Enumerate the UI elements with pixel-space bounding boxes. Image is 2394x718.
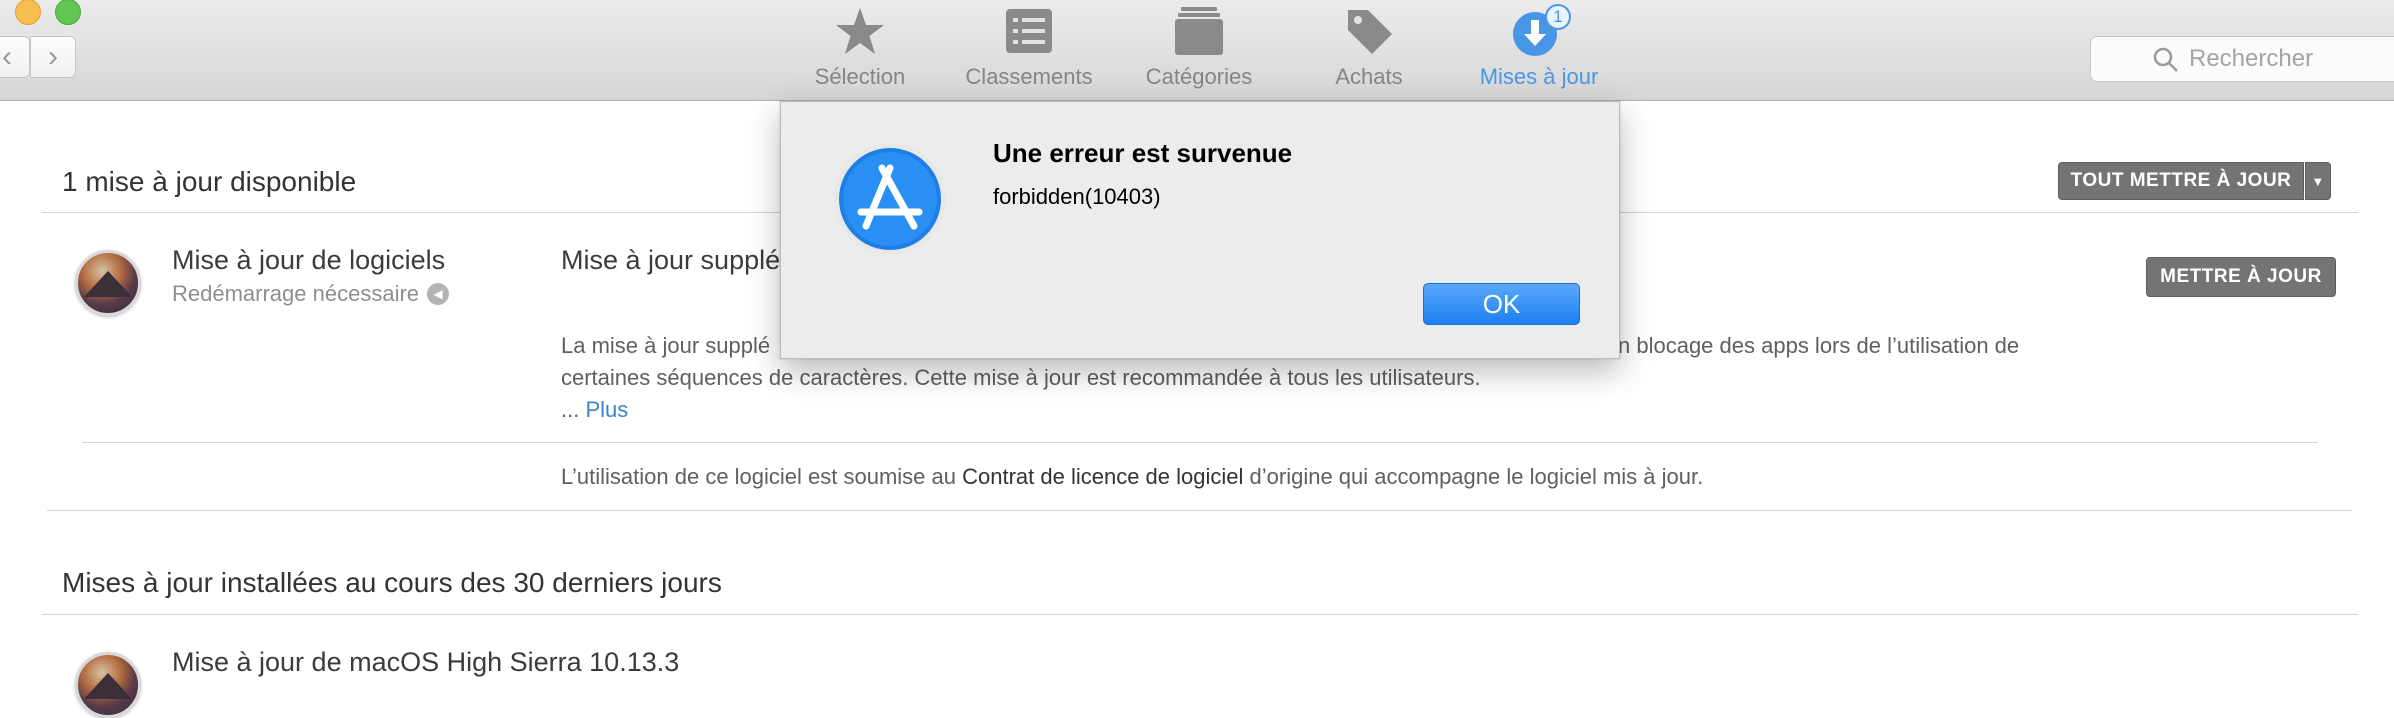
more-link[interactable]: Plus (585, 397, 628, 422)
license-text: L’utilisation de ce logiciel est soumise… (561, 461, 1703, 493)
divider (47, 510, 2352, 511)
update-all-button[interactable]: TOUT METTRE À JOUR (2058, 162, 2304, 200)
installed-item-name: Mise à jour de macOS High Sierra 10.13.3 (172, 647, 680, 677)
more-row: ... Plus (561, 394, 628, 426)
list-icon (1001, 6, 1057, 56)
available-updates-title: 1 mise à jour disponible (62, 166, 357, 197)
forward-button[interactable]: › (30, 36, 76, 78)
ellipsis: ... (561, 397, 586, 422)
triangle-down-icon: ▼ (2311, 173, 2325, 189)
installed-updates-title: Mises à jour installées au cours des 30 … (62, 567, 722, 598)
dialog-title: Une erreur est survenue (993, 138, 1293, 168)
update-all-dropdown[interactable]: ▼ (2305, 162, 2331, 200)
search-icon (2153, 47, 2179, 80)
tab-classements[interactable]: Classements (944, 6, 1114, 92)
tag-icon (1341, 6, 1397, 56)
zoom-window-button[interactable] (55, 0, 81, 25)
minimize-window-button[interactable] (15, 0, 41, 25)
license-suffix: d’origine qui accompagne le logiciel mis… (1243, 464, 1704, 489)
chevron-right-icon: › (48, 40, 58, 73)
updates-icon: 1 (1511, 4, 1571, 56)
update-all-label: TOUT METTRE À JOUR (2070, 170, 2292, 191)
star-icon (832, 6, 888, 56)
update-button[interactable]: METTRE À JOUR (2146, 257, 2336, 297)
update-description-line1-end: n blocage des apps lors de l’utilisation… (1618, 333, 2020, 358)
restart-required-text: Redémarrage nécessaire (172, 281, 420, 306)
toolbar: ‹ › Sélection Classements Catégories Ach… (0, 0, 2394, 101)
error-dialog: Une erreur est survenue forbidden(10403)… (780, 101, 1620, 359)
update-description-line2: certaines séquences de caractères. Cette… (561, 365, 1481, 390)
divider (42, 614, 2358, 615)
app-icon-high-sierra (75, 250, 141, 316)
back-button[interactable]: ‹ (0, 36, 30, 78)
ok-button[interactable]: OK (1423, 283, 1580, 325)
info-arrow-icon[interactable]: ◀ (427, 283, 450, 305)
ok-button-label: OK (1482, 288, 1521, 319)
updates-badge: 1 (1545, 4, 1571, 30)
search-placeholder[interactable]: Rechercher (2189, 45, 2313, 73)
chevron-left-icon: ‹ (2, 40, 12, 73)
app-store-icon (833, 142, 947, 256)
app-icon-high-sierra (75, 652, 141, 718)
update-item-name: Mise à jour de logiciels (172, 245, 446, 275)
stack-icon (1171, 6, 1227, 56)
tab-achats[interactable]: Achats (1284, 6, 1454, 92)
license-prefix: L’utilisation de ce logiciel est soumise… (561, 464, 963, 489)
dialog-message: forbidden(10403) (993, 184, 1161, 209)
update-headline: Mise à jour supplé (561, 245, 781, 275)
update-button-label: METTRE À JOUR (2160, 266, 2322, 287)
tab-categories[interactable]: Catégories (1114, 6, 1284, 92)
search-field[interactable]: Rechercher (2090, 36, 2394, 82)
update-description-line1-start: La mise à jour supplé (561, 333, 771, 358)
tab-selection[interactable]: Sélection (775, 6, 945, 92)
license-agreement-link[interactable]: Contrat de licence de logiciel (962, 464, 1243, 489)
tab-mises-a-jour[interactable]: 1 Mises à jour (1454, 4, 1624, 92)
update-item-subtitle: Redémarrage nécessaire ◀ (172, 281, 450, 307)
divider (82, 442, 2318, 443)
